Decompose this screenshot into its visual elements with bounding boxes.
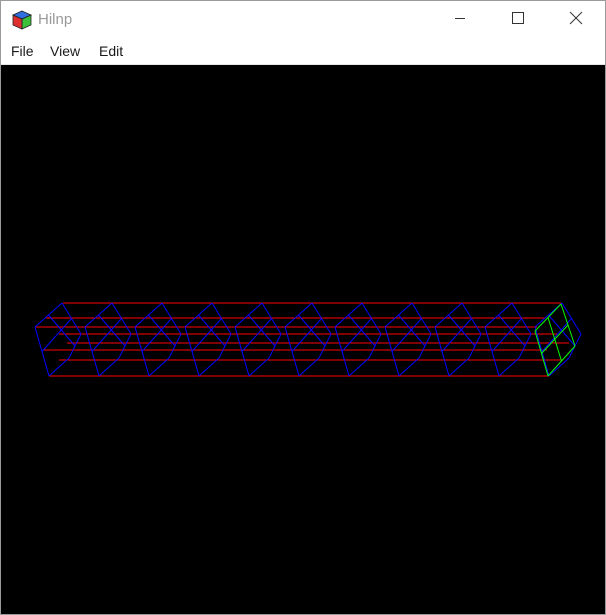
- section-4-grid-v: [241, 318, 272, 352]
- minimize-icon: [454, 11, 466, 29]
- section-5-edge-e: [298, 357, 320, 377]
- section-7-edge-e: [398, 357, 420, 377]
- section-9-grid-v: [491, 318, 522, 352]
- app-window: Hilnp File View Edit: [0, 0, 606, 615]
- title-bar[interactable]: Hilnp: [1, 1, 605, 39]
- minimize-button[interactable]: [431, 1, 489, 39]
- section-2-edge-e: [148, 357, 170, 377]
- section-7-grid-v: [391, 318, 422, 352]
- section-1-edge-e: [98, 357, 120, 377]
- section-3-grid-v: [191, 318, 222, 352]
- section-1-grid-v: [91, 318, 122, 352]
- section-9-edge-e: [498, 357, 520, 377]
- close-icon: [569, 11, 583, 30]
- section-6-edge-e: [348, 357, 370, 377]
- section-8-grid-v: [441, 318, 472, 352]
- section-10-edge-e: [548, 357, 570, 377]
- section-4-edge-e: [248, 357, 270, 377]
- section-5-grid-v: [291, 318, 322, 352]
- section-0-grid-v: [41, 318, 72, 352]
- window-title: Hilnp: [38, 11, 73, 28]
- maximize-button[interactable]: [489, 1, 547, 39]
- menu-view[interactable]: View: [50, 43, 80, 60]
- end-face-grid-b: [541, 324, 569, 354]
- section-6-grid-v: [341, 318, 372, 352]
- section-3-edge-e: [198, 357, 220, 377]
- section-8-edge-e: [448, 357, 470, 377]
- section-0-edge-e: [48, 357, 70, 377]
- section-2-grid-v: [141, 318, 172, 352]
- render-viewport[interactable]: [1, 65, 605, 614]
- close-button[interactable]: [547, 1, 605, 39]
- menu-file[interactable]: File: [11, 43, 34, 60]
- wireframe-beam: [34, 302, 582, 377]
- maximize-icon: [512, 11, 524, 29]
- colored-cube-icon: [12, 10, 32, 30]
- menu-edit[interactable]: Edit: [99, 43, 123, 60]
- menu-bar: File View Edit: [1, 39, 605, 65]
